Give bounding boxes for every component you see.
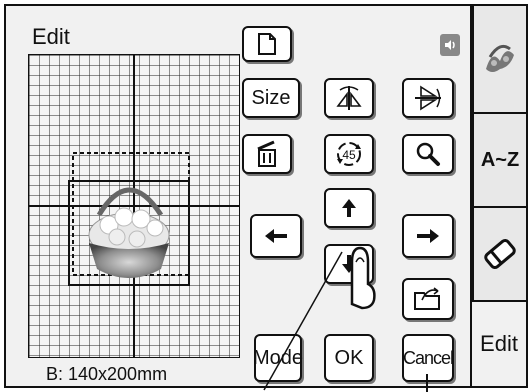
open-folder-button[interactable] <box>402 278 454 320</box>
rotate-button[interactable]: 45 <box>324 134 374 174</box>
speaker-icon[interactable] <box>440 34 460 56</box>
callout-line-cancel <box>426 374 428 392</box>
design-size-readout: B: 140x200mm <box>46 364 168 384</box>
move-right-button[interactable] <box>402 214 454 258</box>
move-up-button[interactable] <box>324 188 374 228</box>
embroidery-grid <box>28 54 240 358</box>
eraser-icon <box>484 239 516 269</box>
callout-line-finger <box>263 251 343 391</box>
tab-edit[interactable]: Edit <box>472 300 528 388</box>
size-button[interactable]: Size <box>242 78 300 118</box>
mirror-horizontal-button[interactable] <box>324 78 374 118</box>
trash-icon <box>257 140 276 167</box>
mirror-vertical-icon <box>415 85 441 111</box>
cancel-button[interactable]: Cancel <box>402 334 454 382</box>
embroidery-pattern-icon <box>486 44 514 72</box>
folder-open-icon <box>414 287 440 310</box>
tab-pattern[interactable] <box>472 4 528 114</box>
tab-text-label: A~Z <box>480 148 520 171</box>
tab-eraser[interactable] <box>472 206 528 302</box>
mirror-horizontal-icon <box>336 86 362 110</box>
rotate-icon: 45 <box>337 142 361 166</box>
tab-edit-label: Edit <box>480 331 518 356</box>
page-icon <box>258 33 276 55</box>
new-page-button[interactable] <box>242 26 292 62</box>
arrow-right-icon <box>417 229 439 243</box>
screen: Edit B: 140x200mm Size 45 Mode OK Cancel <box>4 4 472 388</box>
tab-text[interactable]: A~Z <box>472 112 528 208</box>
arrow-up-icon <box>342 199 356 217</box>
side-tab-bar: A~Z Edit <box>472 4 528 388</box>
page-title: Edit <box>32 24 70 49</box>
arrow-left-icon <box>265 229 287 243</box>
delete-button[interactable] <box>242 134 292 174</box>
mirror-vertical-button[interactable] <box>402 78 454 118</box>
magnifier-icon <box>416 142 440 166</box>
rotate-angle-label: 45 <box>342 148 356 162</box>
zoom-button[interactable] <box>402 134 454 174</box>
